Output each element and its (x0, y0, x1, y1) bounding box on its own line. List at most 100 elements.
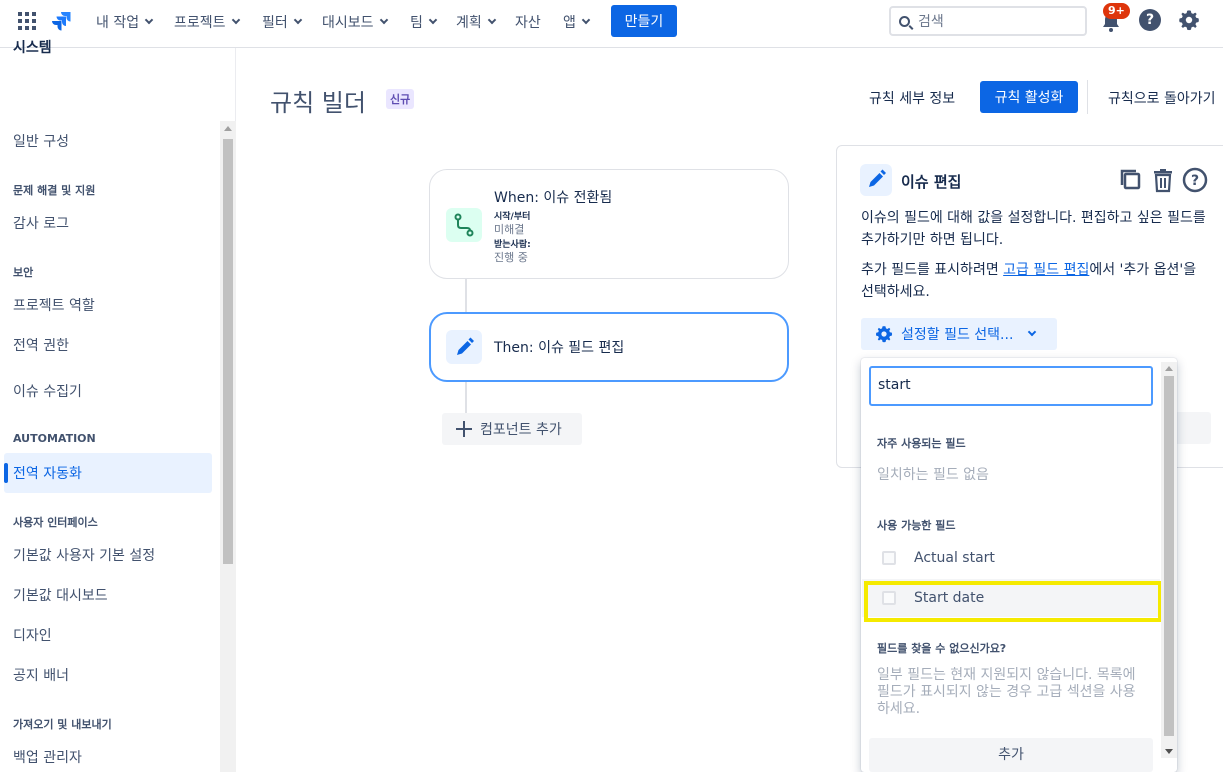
sidebar-item-general-config[interactable]: 일반 구성 (13, 131, 69, 151)
back-to-rules-link[interactable]: 규칙으로 돌아가기 (1108, 88, 1216, 108)
app-switcher-icon[interactable] (18, 12, 36, 30)
create-button[interactable]: 만들기 (611, 5, 677, 37)
nav-label: 프로젝트 (174, 15, 226, 31)
nav-label: 필터 (262, 15, 288, 31)
sidebar-section-troubleshooting: 문제 해결 및 지원 (13, 184, 96, 197)
menu-scrollbar[interactable] (1161, 362, 1177, 758)
pencil-icon (869, 169, 886, 187)
admin-sidebar (0, 48, 236, 772)
highlight-outline (864, 581, 1162, 622)
nav-label: 계획 (456, 15, 482, 31)
chevron-down-icon (293, 15, 303, 25)
sidebar-item-default-user-prefs[interactable]: 기본값 사용자 기본 설정 (13, 545, 155, 565)
chevron-down-icon (428, 15, 438, 25)
search-input[interactable]: 검색 (889, 6, 1087, 36)
new-badge: 신규 (386, 89, 415, 109)
search-icon (899, 15, 910, 27)
nav-dashboards[interactable]: 대시보드 (322, 12, 388, 32)
trigger-to-value: 진행 중 (494, 251, 528, 264)
nav-teams[interactable]: 팀 (410, 12, 438, 32)
sidebar-item-default-dashboard[interactable]: 기본값 대시보드 (13, 585, 108, 605)
add-field-button[interactable]: 추가 (869, 738, 1153, 772)
help-icon[interactable]: ? (1182, 167, 1208, 193)
rule-details-link[interactable]: 규칙 세부 정보 (869, 88, 955, 108)
trigger-card[interactable] (429, 169, 789, 279)
sidebar-item-global-permissions[interactable]: 전역 권한 (13, 335, 69, 355)
chevron-down-icon (379, 15, 388, 25)
sidebar-section-security: 보안 (13, 266, 34, 279)
scroll-down-arrow-icon[interactable] (1165, 749, 1173, 754)
edit-icon-container (446, 330, 482, 364)
activate-rule-button[interactable]: 규칙 활성화 (980, 81, 1078, 113)
chevron-down-icon (231, 15, 240, 25)
scrollbar-thumb[interactable] (1164, 376, 1174, 736)
search-placeholder: 검색 (918, 14, 944, 30)
pencil-icon (457, 337, 474, 355)
sidebar-scrollbar[interactable] (220, 121, 236, 772)
nav-apps[interactable]: 앱 (563, 12, 591, 32)
sidebar-item-backup-manager[interactable]: 백업 관리자 (13, 747, 82, 767)
gear-icon (875, 326, 893, 343)
advanced-field-edit-link[interactable]: 고급 필드 편집 (1003, 262, 1089, 278)
panel-description: 이슈의 필드에 대해 값을 설정합니다. 편집하고 싶은 필드를 추가하기만 하… (861, 210, 1206, 248)
nav-plans[interactable]: 계획 (456, 12, 497, 32)
scroll-up-arrow-icon[interactable] (224, 126, 232, 131)
sidebar-item-global-automation[interactable]: 전역 자동화 (13, 463, 82, 483)
jira-logo-icon[interactable] (50, 10, 72, 32)
action-title: Then: 이슈 필드 편집 (494, 340, 625, 356)
nav-label: 대시보드 (322, 15, 374, 31)
missing-fields-header: 필드를 찾을 수 없으신가요? (877, 642, 1007, 655)
sidebar-item-design[interactable]: 디자인 (13, 625, 52, 645)
scrollbar-thumb[interactable] (223, 139, 233, 564)
panel-description-advanced: 추가 필드를 표시하려면 고급 필드 편집에서 '추가 옵션'을 선택하세요. (861, 259, 1206, 303)
sidebar-section-automation: AUTOMATION (13, 432, 96, 445)
chevron-down-icon (1028, 327, 1037, 337)
available-fields-header: 사용 가능한 필드 (877, 519, 956, 532)
chevron-down-icon (487, 15, 497, 25)
transition-path-icon (454, 213, 474, 237)
nav-label: 팀 (410, 15, 423, 31)
trigger-title: When: 이슈 전환됨 (494, 190, 613, 206)
panel-title: 이슈 편집 (901, 173, 962, 191)
field-select-dropdown[interactable]: 설정할 필드 선택... (861, 318, 1057, 350)
sidebar-title: 시스템 (13, 40, 52, 56)
add-component-label: 컴포넌트 추가 (480, 422, 562, 438)
sidebar-item-announcement-banner[interactable]: 공지 배너 (13, 665, 69, 685)
nav-my-work[interactable]: 내 작업 (96, 12, 154, 32)
sidebar-section-user-interface: 사용자 인터페이스 (13, 516, 98, 529)
sidebar-section-import-export: 가져오기 및 내보내기 (13, 718, 112, 731)
sidebar-item-audit-log[interactable]: 감사 로그 (13, 213, 69, 233)
help-icon[interactable]: ? (1139, 9, 1161, 31)
nav-projects[interactable]: 프로젝트 (174, 12, 240, 32)
field-search-input[interactable]: start (869, 366, 1153, 406)
option-actual-start[interactable]: Actual start (862, 539, 1160, 577)
transition-icon (446, 208, 482, 242)
nav-label: 자산 (515, 15, 541, 31)
notification-badge: 9+ (1103, 3, 1130, 19)
nav-label: 내 작업 (96, 15, 140, 31)
scroll-up-arrow-icon[interactable] (1165, 366, 1173, 371)
checkbox[interactable] (882, 551, 896, 565)
copy-icon[interactable] (1118, 167, 1144, 193)
no-match-text: 일치하는 필드 없음 (877, 467, 989, 483)
nav-assets[interactable]: 자산 (515, 12, 541, 32)
option-label: Actual start (914, 550, 995, 566)
missing-fields-help: 일부 필드는 현재 지원되지 않습니다. 목록에 필드가 표시되지 않는 경우 … (877, 667, 1136, 717)
sidebar-active-indicator (4, 463, 8, 483)
frequent-fields-header: 자주 사용되는 필드 (877, 437, 966, 450)
panel-edit-icon-container (860, 164, 892, 196)
nav-filters[interactable]: 필터 (262, 12, 303, 32)
nav-label: 앱 (563, 15, 576, 31)
panel-desc-text: 추가 필드를 표시하려면 (861, 262, 1004, 278)
trash-icon[interactable] (1150, 167, 1176, 193)
page-title: 규칙 빌더 (270, 89, 366, 117)
sidebar-item-issue-collectors[interactable]: 이슈 수집기 (13, 381, 82, 401)
panel-button-partial[interactable] (1175, 412, 1211, 444)
plus-icon (456, 421, 472, 437)
add-component-button[interactable]: 컴포넌트 추가 (442, 413, 582, 445)
settings-gear-icon[interactable] (1178, 9, 1200, 31)
svg-text:?: ? (1191, 173, 1199, 189)
chevron-down-icon (144, 15, 154, 25)
sidebar-item-project-roles[interactable]: 프로젝트 역할 (13, 295, 95, 315)
flow-connector (465, 279, 467, 312)
